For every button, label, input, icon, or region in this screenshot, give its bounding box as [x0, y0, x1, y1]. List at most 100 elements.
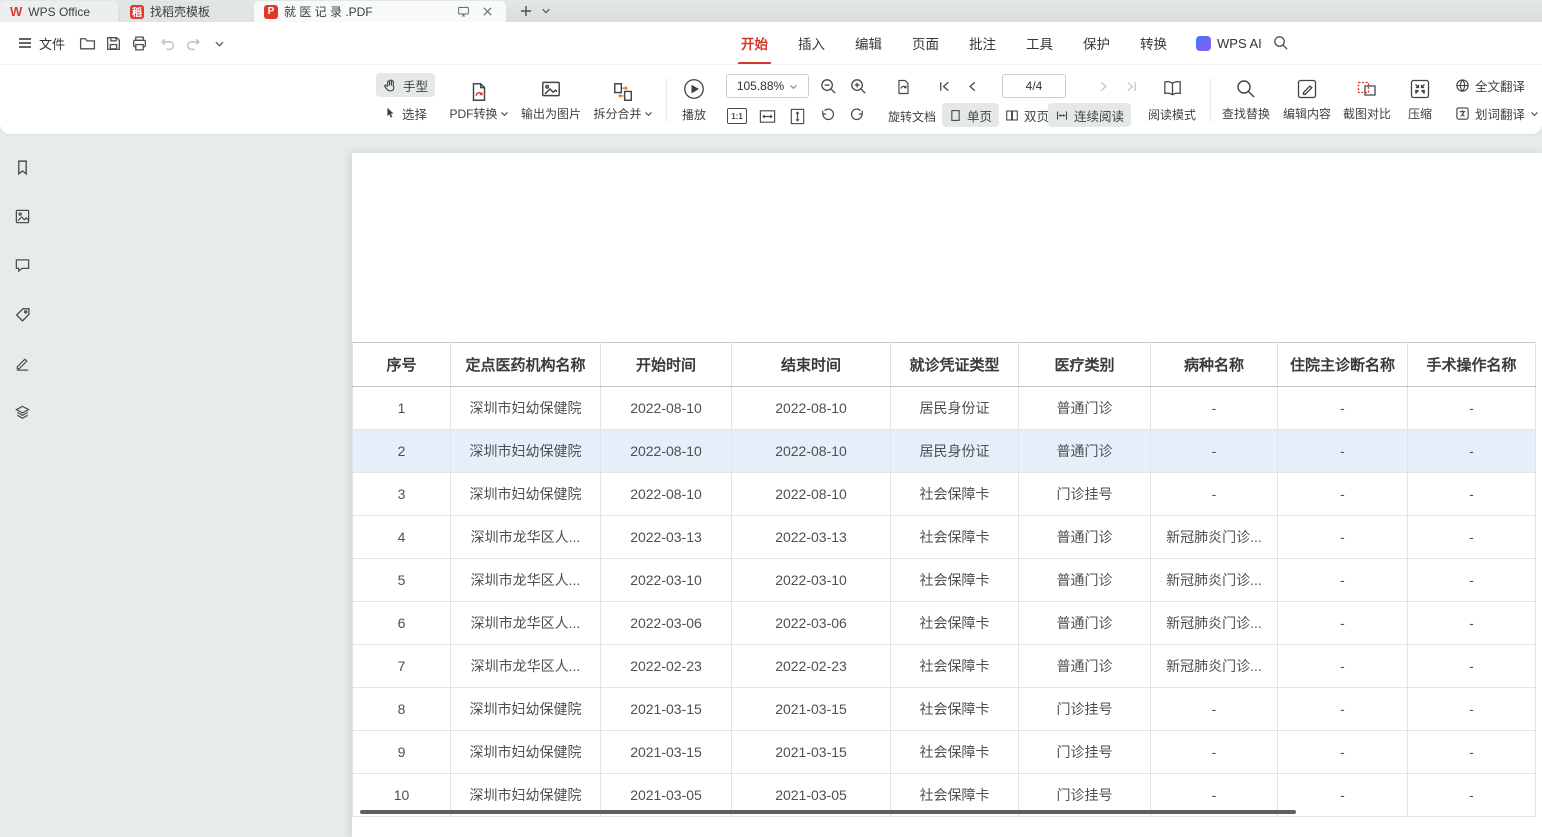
wps-ai-button[interactable]: WPS AI	[1196, 22, 1262, 64]
single-page-button[interactable]: 单页	[942, 103, 999, 127]
table-cell: 普通门诊	[1019, 602, 1151, 645]
hamburger-icon	[18, 37, 32, 49]
redo-icon[interactable]	[184, 34, 202, 52]
table-cell: 1	[353, 387, 451, 430]
column-header: 住院主诊断名称	[1278, 343, 1408, 387]
actual-size-button[interactable]: 1:1	[726, 105, 748, 127]
table-cell: 2022-02-23	[601, 645, 732, 688]
rotate-left-icon[interactable]	[816, 105, 838, 127]
word-translate-button[interactable]: 划词翻译	[1448, 101, 1542, 125]
play-button[interactable]: 播放	[670, 71, 718, 129]
save-icon[interactable]	[104, 34, 122, 52]
table-cell: -	[1151, 688, 1278, 731]
previous-page-icon[interactable]	[961, 75, 983, 97]
fit-width-icon[interactable]	[756, 105, 778, 127]
toolbar-divider	[666, 78, 667, 122]
tab-start[interactable]: 开始	[741, 33, 768, 53]
export-image-button[interactable]: 输出为图片	[514, 71, 588, 129]
tab-label: WPS Office	[28, 5, 90, 19]
tab-list-chevron-icon[interactable]	[536, 1, 556, 21]
undo-icon[interactable]	[158, 34, 176, 52]
continuous-read-icon	[1055, 109, 1069, 122]
word-translate-icon	[1455, 106, 1470, 121]
tab-protect[interactable]: 保护	[1083, 33, 1110, 53]
table-cell: 新冠肺炎门诊...	[1151, 516, 1278, 559]
table-cell: 新冠肺炎门诊...	[1151, 559, 1278, 602]
tab-document-pdf[interactable]: P 就 医 记 录 .PDF	[254, 1, 506, 22]
pdf-page: 序号定点医药机构名称开始时间结束时间就诊凭证类型医疗类别病种名称住院主诊断名称手…	[352, 153, 1542, 837]
table-row: 3深圳市妇幼保健院2022-08-102022-08-10社会保障卡门诊挂号--…	[353, 473, 1536, 516]
table-cell: 社会保障卡	[891, 559, 1019, 602]
screenshot-compare-button[interactable]: 截图对比	[1338, 71, 1396, 129]
next-page-icon[interactable]	[1092, 75, 1114, 97]
open-folder-icon[interactable]	[78, 34, 96, 52]
zoom-in-icon[interactable]	[847, 75, 869, 97]
select-tool-button[interactable]: 选择	[376, 101, 434, 125]
zoom-select[interactable]: 105.88%	[726, 74, 809, 98]
bookmark-icon[interactable]	[9, 154, 35, 180]
quickbar-chevron-icon[interactable]	[210, 34, 228, 52]
layers-icon[interactable]	[9, 399, 35, 425]
table-cell: -	[1278, 559, 1408, 602]
cursor-icon	[383, 106, 397, 120]
tab-wps-office[interactable]: W WPS Office	[0, 1, 118, 22]
thumbnails-icon[interactable]	[9, 203, 35, 229]
table-cell: -	[1408, 430, 1536, 473]
tab-docer-templates[interactable]: 稻 找稻壳模板	[120, 1, 252, 22]
monitor-icon[interactable]	[454, 3, 472, 21]
table-cell: -	[1408, 645, 1536, 688]
table-cell: -	[1408, 516, 1536, 559]
file-menu-button[interactable]: 文件	[10, 22, 73, 64]
table-cell: 新冠肺炎门诊...	[1151, 602, 1278, 645]
table-cell: 2022-08-10	[732, 430, 891, 473]
tag-icon[interactable]	[9, 301, 35, 327]
table-cell: 2022-08-10	[732, 387, 891, 430]
horizontal-scrollbar-thumb[interactable]	[360, 810, 1296, 814]
print-icon[interactable]	[130, 34, 148, 52]
page-number-input[interactable]: 4/4	[1002, 74, 1066, 98]
table-cell: 2022-03-10	[601, 559, 732, 602]
fit-page-icon[interactable]	[786, 105, 808, 127]
table-cell: 9	[353, 731, 451, 774]
table-cell: 社会保障卡	[891, 731, 1019, 774]
last-page-icon[interactable]	[1120, 75, 1142, 97]
pdf-convert-icon	[468, 81, 490, 103]
table-cell: 深圳市龙华区人...	[451, 602, 601, 645]
new-tab-button[interactable]	[516, 1, 536, 21]
table-cell: 7	[353, 645, 451, 688]
edit-content-button[interactable]: 编辑内容	[1278, 71, 1336, 129]
tab-tools[interactable]: 工具	[1026, 33, 1053, 53]
tab-insert[interactable]: 插入	[798, 33, 825, 53]
table-cell: 8	[353, 688, 451, 731]
tab-convert[interactable]: 转换	[1140, 33, 1167, 53]
comment-icon[interactable]	[9, 252, 35, 278]
read-mode-button[interactable]: 阅读模式	[1142, 71, 1202, 129]
tab-annotate[interactable]: 批注	[969, 33, 996, 53]
rotate-document-button[interactable]: 旋转文档	[888, 108, 936, 125]
table-cell: 深圳市妇幼保健院	[451, 387, 601, 430]
split-merge-button[interactable]: 拆分合并	[588, 71, 658, 129]
sign-pen-icon[interactable]	[9, 350, 35, 376]
table-cell: 2022-03-13	[732, 516, 891, 559]
close-tab-icon[interactable]	[478, 3, 496, 21]
tab-edit[interactable]: 编辑	[855, 33, 882, 53]
table-cell: 新冠肺炎门诊...	[1151, 645, 1278, 688]
full-text-translate-button[interactable]: 全文翻译	[1448, 73, 1532, 97]
export-image-icon	[540, 78, 562, 100]
tab-page[interactable]: 页面	[912, 33, 939, 53]
continuous-read-button[interactable]: 连续阅读	[1048, 103, 1131, 127]
compress-button[interactable]: 压缩	[1398, 71, 1442, 129]
hand-tool-button[interactable]: 手型	[376, 73, 435, 97]
table-cell: 普通门诊	[1019, 559, 1151, 602]
search-icon[interactable]	[1272, 34, 1290, 52]
zoom-out-icon[interactable]	[817, 75, 839, 97]
find-replace-button[interactable]: 查找替换	[1217, 71, 1275, 129]
chevron-down-icon	[789, 82, 798, 91]
first-page-icon[interactable]	[933, 75, 955, 97]
pdf-convert-button[interactable]: PDF转换	[444, 71, 514, 129]
rotate-right-icon[interactable]	[846, 105, 868, 127]
table-cell: 2021-03-15	[732, 731, 891, 774]
column-header: 手术操作名称	[1408, 343, 1536, 387]
table-cell: -	[1151, 387, 1278, 430]
rotate-document-icon[interactable]	[892, 76, 914, 98]
